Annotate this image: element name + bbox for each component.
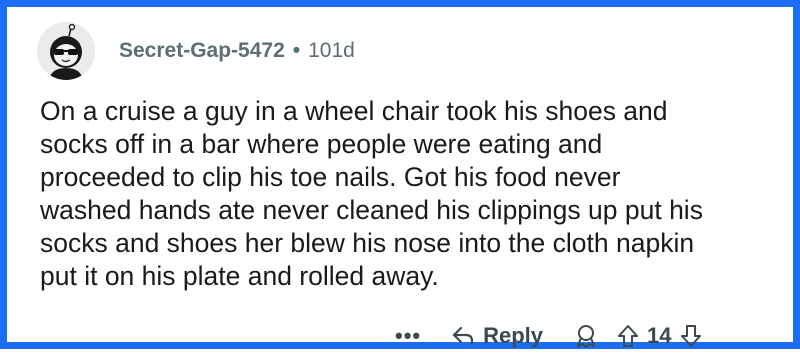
- reply-arrow-icon: [453, 326, 474, 346]
- more-options-button[interactable]: •••: [395, 323, 421, 349]
- avatar-icon: [37, 22, 95, 80]
- comment-body: On a cruise a guy in a wheel chair took …: [40, 96, 703, 291]
- award-icon: [577, 325, 596, 348]
- comment-header: Secret-Gap-5472 • 101d: [37, 21, 355, 81]
- comment-card: Secret-Gap-5472 • 101d On a cruise a guy…: [0, 0, 800, 349]
- downvote-arrow-icon[interactable]: [680, 324, 702, 348]
- vote-count: 14: [647, 323, 672, 348]
- comment-meta: Secret-Gap-5472 • 101d: [119, 39, 355, 63]
- reply-button[interactable]: Reply: [451, 323, 543, 349]
- avatar[interactable]: [37, 22, 95, 80]
- username-link[interactable]: Secret-Gap-5472: [119, 39, 285, 63]
- meta-separator: •: [292, 39, 301, 62]
- reply-label: Reply: [483, 323, 544, 348]
- vote-controls: 14: [617, 323, 701, 349]
- comment-actions: ••• Reply 14: [395, 319, 702, 353]
- comment-age: 101d: [308, 39, 355, 62]
- upvote-arrow-icon[interactable]: [617, 324, 639, 348]
- award-button[interactable]: [573, 323, 599, 349]
